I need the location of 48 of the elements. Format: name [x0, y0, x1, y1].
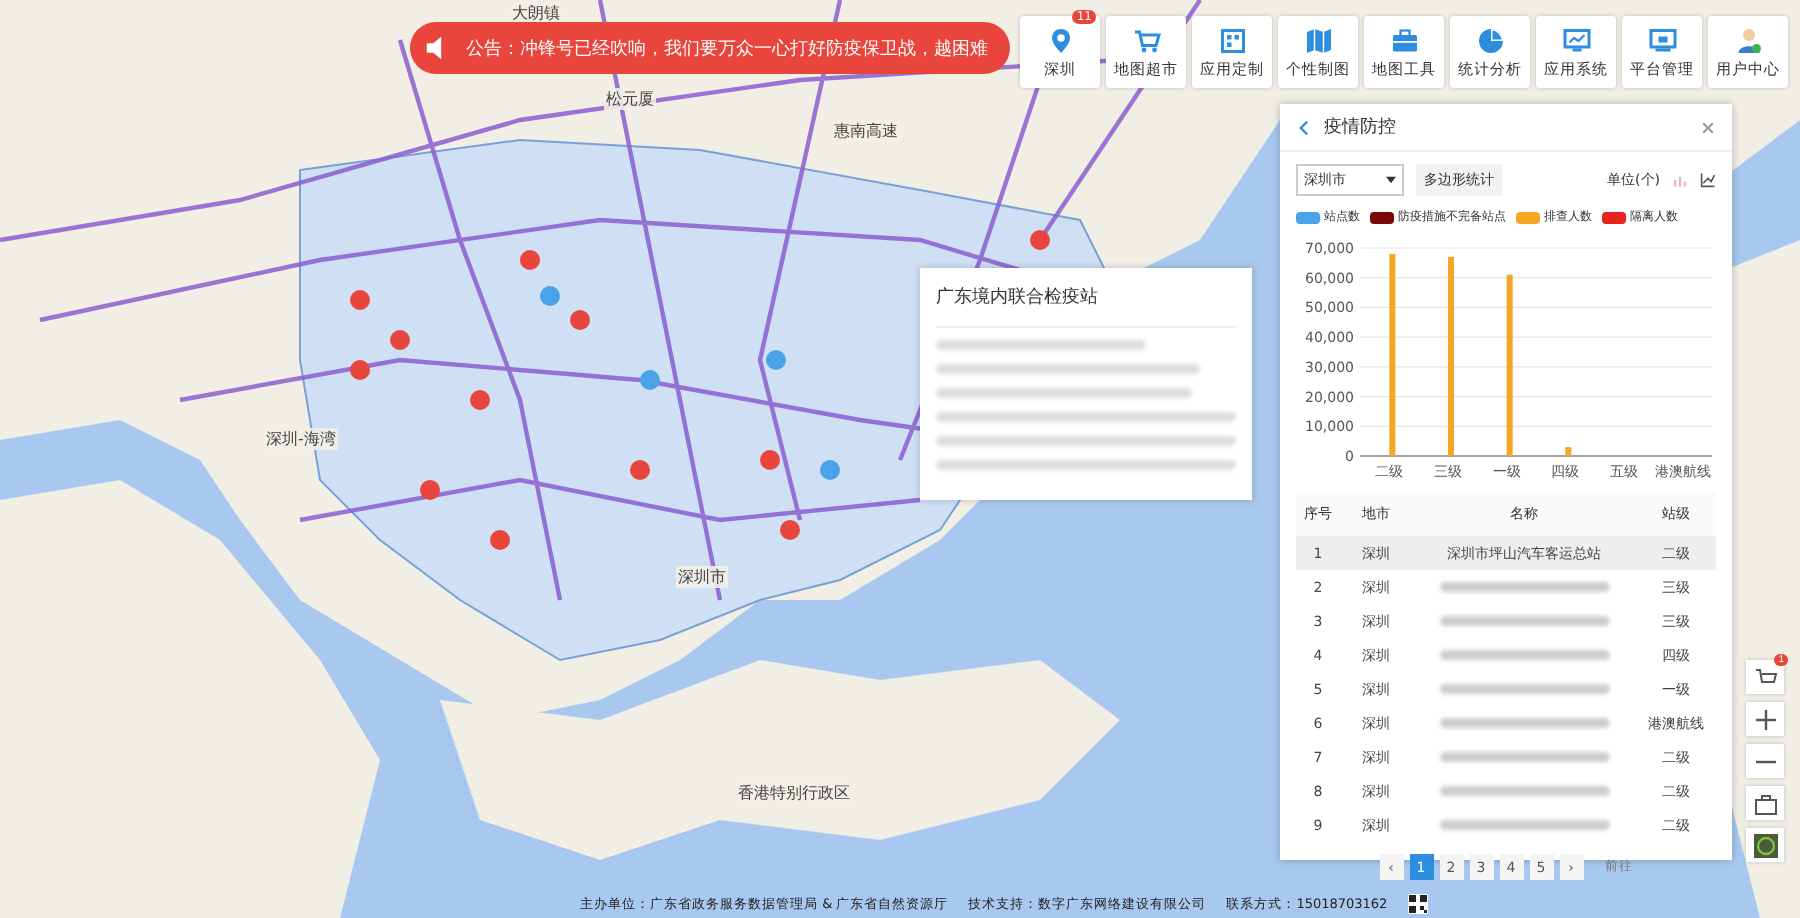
- map-label: 香港特别行政区: [736, 782, 852, 804]
- user-icon: [1733, 25, 1763, 55]
- caret-icon: [1386, 176, 1396, 184]
- plus-icon: [1753, 707, 1777, 731]
- map-label: 松元厦: [604, 88, 656, 110]
- globe-button[interactable]: [1746, 828, 1784, 862]
- map-marker[interactable]: [820, 460, 840, 480]
- zoom-out-button[interactable]: [1746, 744, 1784, 778]
- map-marker[interactable]: [490, 530, 510, 550]
- map-icon: [1303, 25, 1333, 55]
- map-label: 大朗镇: [510, 2, 562, 24]
- map-marker[interactable]: [470, 390, 490, 410]
- cart-icon: [1131, 25, 1161, 55]
- notice-text: 公告：冲锋号已经吹响，我们要万众一心打好防疫保卫战，越困难: [466, 37, 988, 61]
- pie-icon: [1475, 25, 1505, 55]
- map-marker[interactable]: [420, 480, 440, 500]
- toolbox-button[interactable]: [1746, 786, 1784, 820]
- chart-bar: [1565, 447, 1572, 456]
- map-marker[interactable]: [350, 290, 370, 310]
- monitor-icon: [1561, 25, 1591, 55]
- map-marker[interactable]: [350, 360, 370, 380]
- zoom-in-button[interactable]: [1746, 702, 1784, 736]
- map-marker[interactable]: [570, 310, 590, 330]
- map-marker[interactable]: [780, 520, 800, 540]
- map-marker[interactable]: [760, 450, 780, 470]
- popup-title: 广东境内联合检疫站: [936, 284, 1236, 328]
- panel-title: 疫情防控: [1324, 115, 1398, 140]
- globe-icon: [1753, 833, 1777, 857]
- map-marker[interactable]: [540, 286, 560, 306]
- back-icon[interactable]: [1296, 119, 1312, 135]
- map-marker[interactable]: [640, 370, 660, 390]
- grid-icon: [1217, 25, 1247, 55]
- line-chart-icon[interactable]: [1700, 172, 1716, 188]
- screen-icon: [1647, 25, 1677, 55]
- map-marker[interactable]: [520, 250, 540, 270]
- cart-icon: [1753, 665, 1777, 689]
- bar-chart-icon[interactable]: [1672, 172, 1688, 188]
- map-label: 深圳-海湾: [264, 428, 338, 450]
- map-marker[interactable]: [630, 460, 650, 480]
- map-marker[interactable]: [766, 350, 786, 370]
- toolbox-icon: [1753, 791, 1777, 815]
- map-label: 深圳市: [676, 566, 728, 588]
- map-label: 惠南高速: [832, 120, 900, 142]
- toolbox-icon: [1389, 25, 1419, 55]
- qr-code-icon: [1407, 894, 1428, 914]
- close-icon[interactable]: [1700, 119, 1716, 135]
- map-marker[interactable]: [390, 330, 410, 350]
- map-marker[interactable]: [1030, 230, 1050, 250]
